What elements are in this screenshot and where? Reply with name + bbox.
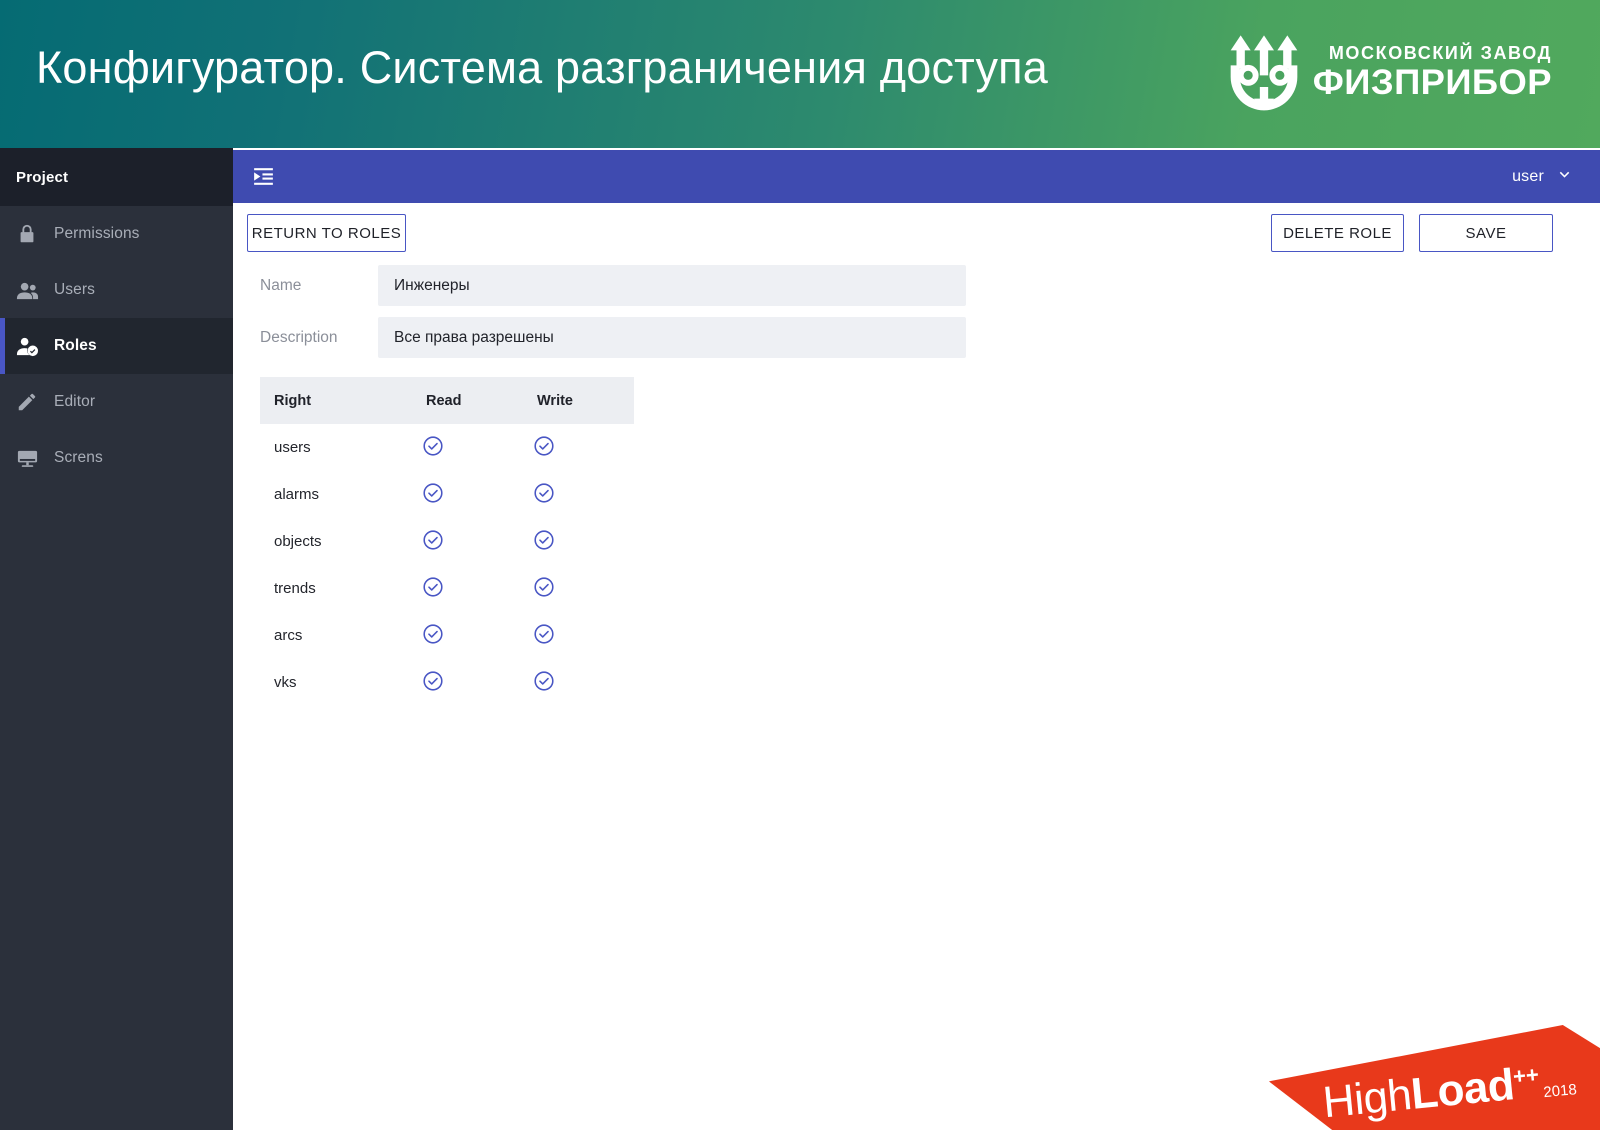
brand-line-top: МОСКОВСКИЙ ЗАВОД bbox=[1322, 44, 1552, 62]
main-content: RETURN TO ROLES DELETE ROLE SAVE Name De… bbox=[233, 203, 1600, 1130]
trident-logo-icon bbox=[1222, 32, 1306, 112]
action-toolbar: RETURN TO ROLES DELETE ROLE SAVE bbox=[233, 203, 1600, 265]
read-checkbox-cell[interactable] bbox=[412, 471, 523, 518]
name-label: Name bbox=[260, 277, 378, 295]
company-logo: МОСКОВСКИЙ ЗАВОД ФИЗПРИБОР bbox=[1222, 32, 1552, 112]
table-header-row: Right Read Write bbox=[260, 377, 634, 424]
check-circle-icon[interactable] bbox=[533, 435, 555, 461]
permissions-table-body: users bbox=[260, 424, 634, 706]
check-circle-icon[interactable] bbox=[422, 576, 444, 602]
sidebar-item-roles[interactable]: Roles bbox=[0, 318, 233, 374]
format-indent-decrease-icon[interactable] bbox=[245, 159, 281, 195]
write-checkbox-cell[interactable] bbox=[523, 659, 634, 706]
sidebar-item-users[interactable]: Users bbox=[0, 262, 233, 318]
lock-icon bbox=[14, 221, 40, 247]
user-menu[interactable]: user bbox=[1512, 165, 1574, 189]
sidebar-item-permissions[interactable]: Permissions bbox=[0, 206, 233, 262]
description-label: Description bbox=[260, 329, 378, 347]
app-bar: user bbox=[233, 150, 1600, 203]
highload-conference-logo: High Load ++ 2018 bbox=[1228, 1002, 1600, 1130]
pencil-icon bbox=[14, 389, 40, 415]
sidebar-nav-list: Permissions Users bbox=[0, 206, 233, 486]
chevron-down-icon bbox=[1555, 165, 1574, 189]
highload-plus-plus: ++ bbox=[1512, 1064, 1540, 1088]
check-circle-icon[interactable] bbox=[533, 529, 555, 555]
check-circle-icon[interactable] bbox=[533, 670, 555, 696]
brand-line-bottom: ФИЗПРИБОР bbox=[1313, 65, 1552, 100]
read-checkbox-cell[interactable] bbox=[412, 612, 523, 659]
sidebar-brand-label: Project bbox=[16, 169, 68, 186]
check-circle-icon[interactable] bbox=[533, 482, 555, 508]
highload-logo-shape bbox=[1228, 1002, 1600, 1130]
page-title: Конфигуратор. Система разграничения дост… bbox=[36, 42, 1048, 94]
check-circle-icon[interactable] bbox=[533, 623, 555, 649]
permissions-table: Right Read Write users bbox=[260, 377, 634, 706]
right-name-cell: trends bbox=[260, 565, 412, 612]
sidebar: Project Permissions Users bbox=[0, 148, 233, 1130]
right-name-cell: users bbox=[260, 424, 412, 471]
write-checkbox-cell[interactable] bbox=[523, 424, 634, 471]
users-icon bbox=[14, 277, 40, 303]
check-circle-icon[interactable] bbox=[533, 576, 555, 602]
return-to-roles-button[interactable]: RETURN TO ROLES bbox=[247, 214, 406, 252]
role-person-check-icon bbox=[14, 333, 40, 359]
highload-year: 2018 bbox=[1543, 1081, 1578, 1101]
read-checkbox-cell[interactable] bbox=[412, 424, 523, 471]
column-header-read: Read bbox=[412, 377, 523, 424]
column-header-write: Write bbox=[523, 377, 634, 424]
check-circle-icon[interactable] bbox=[422, 482, 444, 508]
right-name-cell: vks bbox=[260, 659, 412, 706]
check-circle-icon[interactable] bbox=[422, 670, 444, 696]
sidebar-item-label: Roles bbox=[54, 337, 97, 355]
sidebar-item-label: Users bbox=[54, 281, 95, 299]
highload-word-load: Load bbox=[1410, 1064, 1517, 1115]
save-button[interactable]: SAVE bbox=[1419, 214, 1553, 252]
delete-role-button[interactable]: DELETE ROLE bbox=[1271, 214, 1404, 252]
write-checkbox-cell[interactable] bbox=[523, 612, 634, 659]
table-row: trends bbox=[260, 565, 634, 612]
sidebar-brand: Project bbox=[0, 148, 233, 206]
write-checkbox-cell[interactable] bbox=[523, 565, 634, 612]
sidebar-item-screns[interactable]: Screns bbox=[0, 430, 233, 486]
slide-header: Конфигуратор. Система разграничения дост… bbox=[0, 0, 1600, 148]
sidebar-item-label: Screns bbox=[54, 449, 103, 467]
table-row: users bbox=[260, 424, 634, 471]
description-form-row: Description bbox=[260, 317, 1600, 358]
read-checkbox-cell[interactable] bbox=[412, 518, 523, 565]
sidebar-item-editor[interactable]: Editor bbox=[0, 374, 233, 430]
highload-logo-text: High Load ++ 2018 bbox=[1321, 1058, 1578, 1124]
highload-word-high: High bbox=[1321, 1074, 1413, 1124]
write-checkbox-cell[interactable] bbox=[523, 518, 634, 565]
read-checkbox-cell[interactable] bbox=[412, 565, 523, 612]
user-menu-label: user bbox=[1512, 168, 1544, 186]
table-row: arcs bbox=[260, 612, 634, 659]
permissions-table-head: Right Read Write bbox=[260, 377, 634, 424]
table-row: objects bbox=[260, 518, 634, 565]
name-input[interactable] bbox=[378, 265, 966, 306]
description-input[interactable] bbox=[378, 317, 966, 358]
sidebar-item-label: Permissions bbox=[54, 225, 140, 243]
monitor-icon bbox=[14, 445, 40, 471]
read-checkbox-cell[interactable] bbox=[412, 659, 523, 706]
check-circle-icon[interactable] bbox=[422, 529, 444, 555]
column-header-right: Right bbox=[260, 377, 412, 424]
table-row: vks bbox=[260, 659, 634, 706]
table-row: alarms bbox=[260, 471, 634, 518]
check-circle-icon[interactable] bbox=[422, 623, 444, 649]
sidebar-item-label: Editor bbox=[54, 393, 95, 411]
check-circle-icon[interactable] bbox=[422, 435, 444, 461]
write-checkbox-cell[interactable] bbox=[523, 471, 634, 518]
right-name-cell: alarms bbox=[260, 471, 412, 518]
name-form-row: Name bbox=[260, 265, 1600, 306]
right-name-cell: arcs bbox=[260, 612, 412, 659]
right-name-cell: objects bbox=[260, 518, 412, 565]
